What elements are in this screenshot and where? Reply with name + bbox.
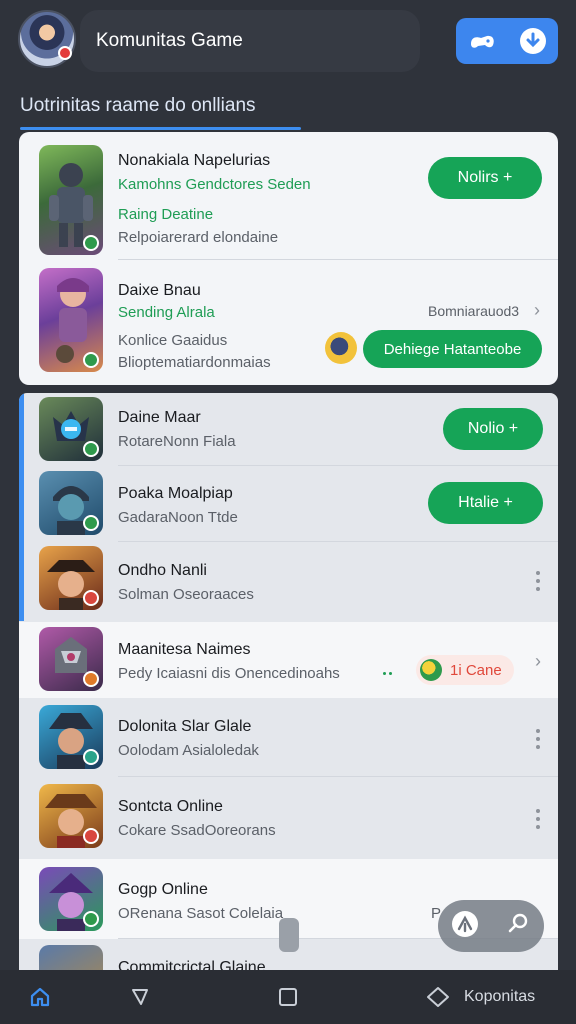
game-desc: ORenana Sasot Colelaia bbox=[118, 905, 284, 922]
divider bbox=[118, 259, 558, 260]
nav-square[interactable] bbox=[270, 970, 306, 1024]
status-dot bbox=[83, 235, 99, 251]
game-thumbnail bbox=[39, 945, 103, 973]
more-options-icon[interactable] bbox=[535, 729, 541, 749]
game-name: Daixe Bnau bbox=[118, 282, 201, 299]
nav-community[interactable]: Koponitas bbox=[426, 970, 560, 1024]
game-thumbnail bbox=[39, 268, 103, 372]
home-icon bbox=[30, 987, 50, 1007]
app-title: Komunitas Game bbox=[80, 10, 420, 72]
square-icon bbox=[279, 988, 297, 1006]
status-dot bbox=[83, 911, 99, 927]
divider bbox=[118, 776, 558, 777]
avatar[interactable] bbox=[18, 10, 76, 68]
game-status: Raing Deatine bbox=[118, 206, 214, 223]
explore-icon bbox=[132, 989, 148, 1005]
chevron-right-icon[interactable]: › bbox=[535, 651, 541, 672]
status-dot bbox=[83, 515, 99, 531]
more-options-icon[interactable] bbox=[535, 809, 541, 829]
game-thumbnail bbox=[39, 867, 103, 931]
game-genre: Kamohns Gendctores Seden bbox=[118, 176, 311, 193]
game-genre: Sending Alrala bbox=[118, 304, 215, 321]
follow-button[interactable]: Nolio + bbox=[443, 408, 543, 450]
status-dot bbox=[83, 749, 99, 765]
share-icon[interactable] bbox=[450, 909, 480, 944]
game-desc: Relpoiarerard elondaine bbox=[118, 229, 279, 246]
game-desc: RotareΝonn Fiala bbox=[118, 433, 236, 450]
game-status: Konlice Gaaidus bbox=[118, 332, 228, 349]
game-thumbnail bbox=[39, 784, 103, 848]
game-meta: Bomniarauod3 bbox=[428, 303, 520, 319]
game-name: Ondho Nanli bbox=[118, 562, 207, 579]
game-name: Poaka Moalpiap bbox=[118, 485, 233, 502]
game-desc: Cokare SsadOoreorans bbox=[118, 822, 276, 839]
divider bbox=[118, 465, 558, 466]
divider bbox=[118, 541, 558, 542]
game-thumbnail bbox=[39, 145, 103, 255]
status-dot bbox=[83, 828, 99, 844]
controller-icon[interactable] bbox=[465, 24, 499, 58]
game-name: Gogp Online bbox=[118, 881, 208, 898]
section-title: Uotrinitas raame do onllians bbox=[20, 95, 256, 116]
diamond-icon bbox=[427, 987, 449, 1007]
floating-actions bbox=[438, 900, 544, 952]
category-icon bbox=[420, 659, 442, 681]
game-thumbnail bbox=[39, 397, 103, 461]
nav-home[interactable] bbox=[22, 970, 58, 1024]
trophy-icon bbox=[325, 332, 357, 364]
game-desc: Pedy Icaiasni dis Onencedinoahs bbox=[118, 665, 340, 682]
game-desc: Solman Oseoraaces bbox=[118, 586, 254, 603]
game-thumbnail bbox=[39, 705, 103, 769]
more-options-icon[interactable] bbox=[535, 571, 541, 591]
nav-community-label: Koponitas bbox=[464, 988, 536, 1005]
game-thumbnail bbox=[39, 627, 103, 691]
chevron-right-icon[interactable]: › bbox=[534, 300, 540, 321]
game-desc: Oolodam Asialoledak bbox=[118, 742, 259, 759]
status-dot bbox=[83, 590, 99, 606]
status-dot bbox=[83, 671, 99, 687]
category-label: 1i Cane bbox=[450, 661, 502, 679]
game-name: Nonakiala Napelurias bbox=[118, 152, 271, 169]
dots-icon bbox=[383, 672, 393, 676]
top-actions bbox=[456, 18, 558, 64]
game-thumbnail bbox=[39, 471, 103, 535]
section-underline bbox=[20, 127, 301, 130]
follow-button[interactable]: Nolirs + bbox=[428, 157, 542, 199]
accent-bar bbox=[19, 393, 24, 621]
game-desc: Blioptematiardonmaias bbox=[118, 354, 271, 371]
game-desc: GadaraΝoon Ttde bbox=[118, 509, 238, 526]
top-bar: Komunitas Game bbox=[0, 0, 576, 88]
status-dot bbox=[83, 352, 99, 368]
search-icon[interactable] bbox=[504, 910, 532, 943]
game-name: Dolonita Slar Glale bbox=[118, 718, 252, 735]
join-button[interactable]: Dehiege Hatanteobe bbox=[363, 330, 542, 368]
category-tag[interactable]: 1i Cane bbox=[416, 655, 514, 685]
game-list: Daine Maar RotareΝonn Fiala Nolio + Poak… bbox=[19, 393, 558, 973]
game-name: Sontcta Online bbox=[118, 798, 223, 815]
game-name: Daine Maar bbox=[118, 409, 201, 426]
status-dot bbox=[83, 441, 99, 457]
nav-explore[interactable] bbox=[122, 970, 158, 1024]
bottom-nav: Koponitas bbox=[0, 970, 576, 1024]
follow-button[interactable]: Htalie + bbox=[428, 482, 543, 524]
drag-handle[interactable] bbox=[279, 918, 299, 952]
featured-card: Nonakiala Napelurias Kamohns Gendctores … bbox=[19, 132, 558, 385]
app-title-text: Komunitas Game bbox=[96, 30, 243, 51]
game-thumbnail bbox=[39, 546, 103, 610]
avatar-badge bbox=[58, 46, 72, 60]
game-name: Maanitesa Naimes bbox=[118, 641, 251, 658]
download-icon[interactable] bbox=[516, 24, 550, 58]
